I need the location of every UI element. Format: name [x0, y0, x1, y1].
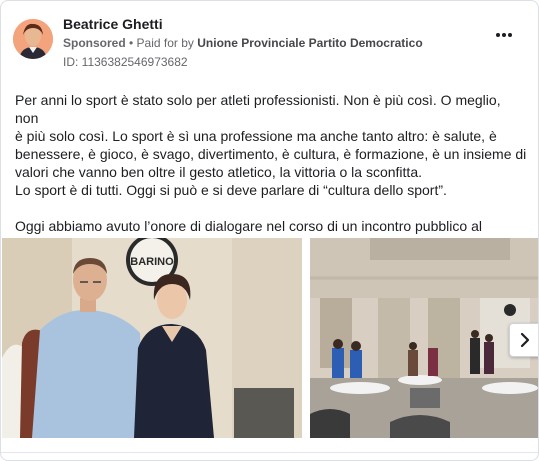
- body-line: è più solo così. Lo sport è sì una profe…: [15, 128, 497, 144]
- more-options-button[interactable]: [492, 27, 516, 43]
- more-horizontal-icon: [496, 33, 512, 37]
- body-line: valori che vanno ben oltre il gesto atle…: [15, 164, 422, 180]
- sponsorship-line: Sponsored • Paid for by Unione Provincia…: [63, 36, 423, 50]
- paid-for-label: Paid for by: [136, 36, 198, 50]
- payer-name[interactable]: Unione Provinciale Partito Democratico: [197, 36, 422, 50]
- chevron-right-icon: [520, 332, 530, 348]
- advertiser-name[interactable]: Beatrice Ghetti: [63, 16, 163, 32]
- ad-card: Beatrice Ghetti Sponsored • Paid for by …: [0, 0, 539, 461]
- avatar[interactable]: [13, 19, 53, 59]
- carousel-next-button[interactable]: [509, 323, 538, 357]
- body-line: Lo sport è di tutti. Oggi si può e si de…: [15, 182, 447, 198]
- body-line: benessere, è gioco, è svago, divertiment…: [15, 146, 527, 162]
- carousel-image-event[interactable]: [310, 238, 538, 438]
- ad-body-text: Per anni lo sport è stato solo per atlet…: [15, 91, 527, 253]
- card-divider: [1, 452, 538, 453]
- meta-separator: •: [125, 36, 137, 50]
- cafe-sign-text: BARINO: [130, 256, 174, 268]
- carousel-image-portrait[interactable]: BARINO: [2, 238, 302, 438]
- sponsored-label: Sponsored: [63, 36, 126, 50]
- body-line: Per anni lo sport è stato solo per atlet…: [15, 92, 501, 126]
- ad-header: Beatrice Ghetti Sponsored • Paid for by …: [13, 13, 526, 73]
- ad-id: ID: 1136382546973682: [63, 55, 188, 69]
